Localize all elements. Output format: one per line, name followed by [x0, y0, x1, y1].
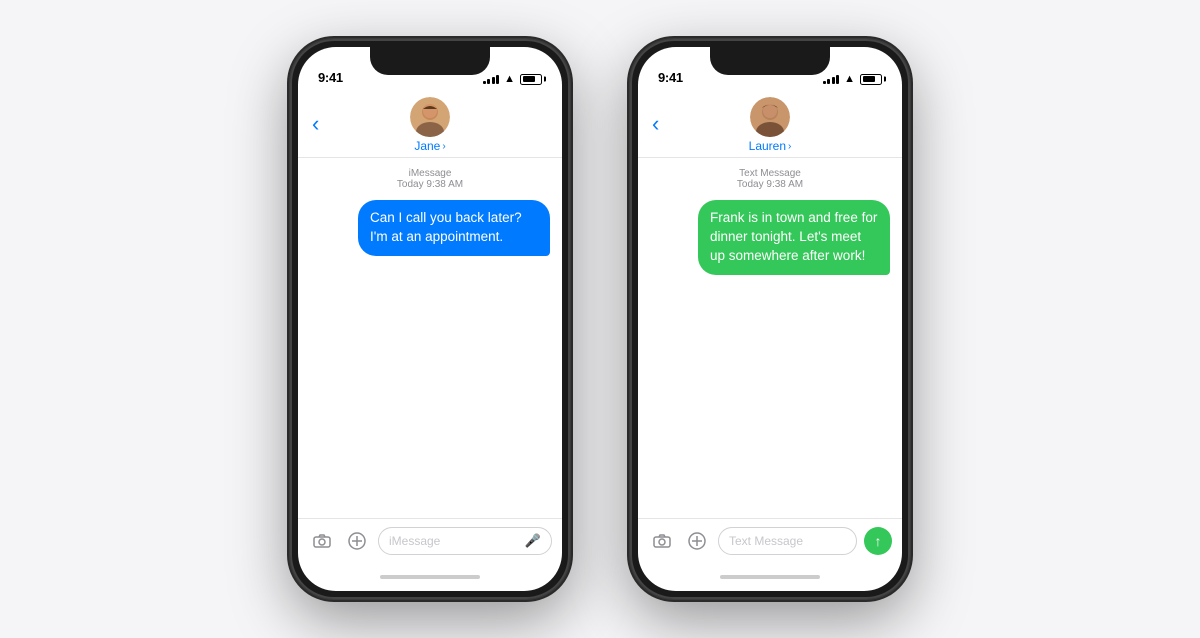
messages-area-1: iMessage Today 9:38 AM Can I call you ba…: [298, 158, 562, 518]
status-icons-2: ▲: [823, 73, 882, 85]
message-timestamp-1: iMessage Today 9:38 AM: [310, 168, 550, 190]
status-icons-1: ▲: [483, 73, 542, 85]
signal-icon-2: [823, 74, 840, 84]
home-bar-2: [720, 575, 820, 579]
back-button-2[interactable]: ‹: [652, 113, 659, 135]
input-bar-2: Text Message ↑: [638, 518, 902, 563]
input-bar-1: iMessage 🎤: [298, 518, 562, 563]
message-input-2[interactable]: Text Message: [718, 527, 857, 555]
contact-area-1: Jane ›: [410, 97, 450, 153]
avatar-1: [410, 97, 450, 137]
mic-icon-1[interactable]: 🎤: [525, 533, 541, 549]
input-placeholder-1: iMessage: [389, 534, 440, 548]
camera-icon-1[interactable]: [308, 527, 336, 555]
camera-icon-2[interactable]: [648, 527, 676, 555]
send-arrow-icon: ↑: [875, 534, 882, 548]
avatar-2: [750, 97, 790, 137]
message-input-1[interactable]: iMessage 🎤: [378, 527, 552, 555]
battery-icon-1: [520, 74, 542, 85]
nav-bar-1: ‹ Jane ›: [298, 91, 562, 158]
home-indicator-2: [638, 563, 902, 591]
home-bar-1: [380, 575, 480, 579]
apps-icon-2[interactable]: [683, 527, 711, 555]
wifi-icon-1: ▲: [504, 73, 515, 85]
phone-2: 9:41 ▲ ‹: [630, 39, 910, 599]
status-time-1: 9:41: [318, 70, 343, 85]
message-bubble-2: Frank is in town and free for dinner ton…: [698, 200, 890, 275]
phone-1: 9:41 ▲ ‹: [290, 39, 570, 599]
notch-2: [710, 47, 830, 75]
phone-2-screen: 9:41 ▲ ‹: [638, 47, 902, 591]
phone-1-screen: 9:41 ▲ ‹: [298, 47, 562, 591]
input-placeholder-2: Text Message: [729, 534, 803, 548]
contact-area-2: Lauren ›: [749, 97, 792, 153]
battery-icon-2: [860, 74, 882, 85]
message-bubble-1: Can I call you back later? I'm at an app…: [358, 200, 550, 256]
message-timestamp-2: Text Message Today 9:38 AM: [650, 168, 890, 190]
contact-name-1[interactable]: Jane ›: [414, 139, 445, 153]
home-indicator-1: [298, 563, 562, 591]
apps-icon-1[interactable]: [343, 527, 371, 555]
notch-1: [370, 47, 490, 75]
send-button-2[interactable]: ↑: [864, 527, 892, 555]
status-time-2: 9:41: [658, 70, 683, 85]
messages-area-2: Text Message Today 9:38 AM Frank is in t…: [638, 158, 902, 518]
contact-name-2[interactable]: Lauren ›: [749, 139, 792, 153]
wifi-icon-2: ▲: [844, 73, 855, 85]
nav-bar-2: ‹ Lauren ›: [638, 91, 902, 158]
signal-icon-1: [483, 74, 500, 84]
phones-container: 9:41 ▲ ‹: [290, 39, 910, 599]
chevron-right-2: ›: [788, 141, 791, 152]
back-button-1[interactable]: ‹: [312, 113, 319, 135]
chevron-right-1: ›: [442, 141, 445, 152]
